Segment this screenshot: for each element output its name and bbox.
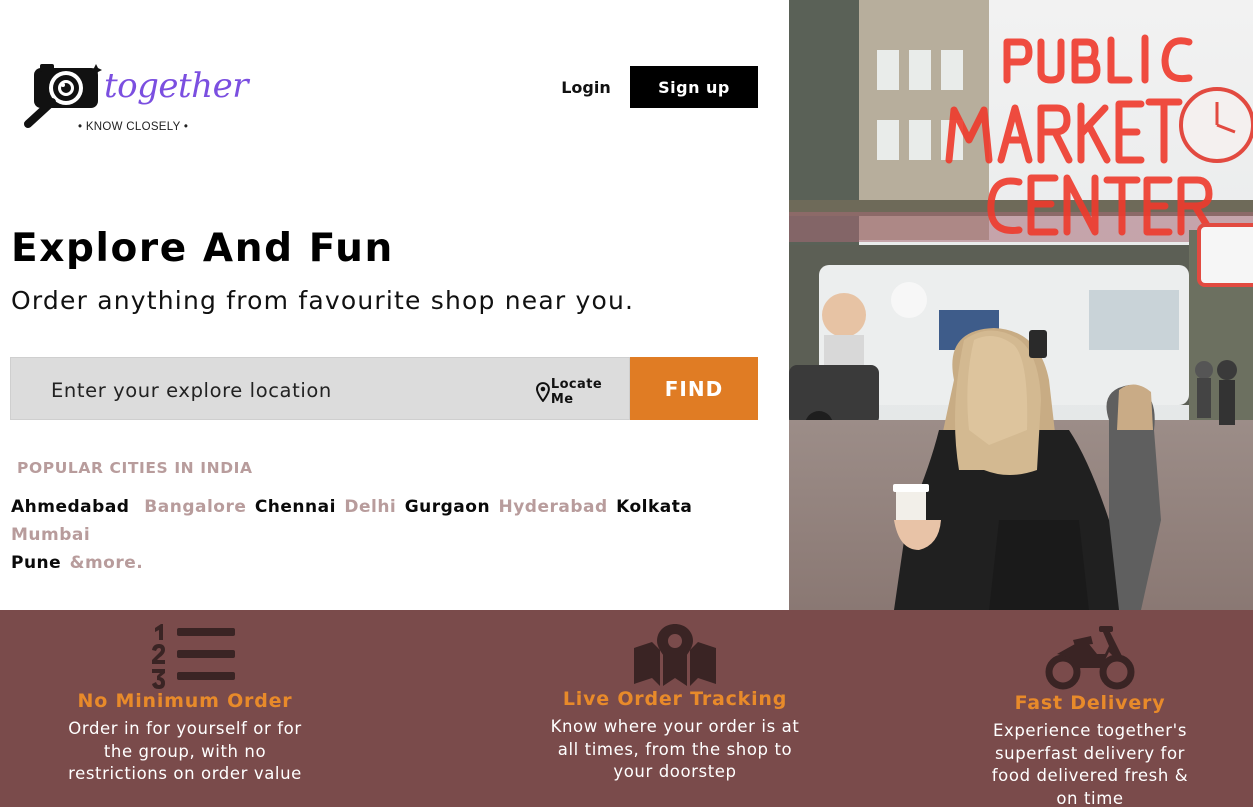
city-link-mumbai[interactable]: Mumbai xyxy=(11,525,90,545)
map-pin-icon xyxy=(634,624,716,686)
city-link-delhi[interactable]: Delhi xyxy=(344,497,396,517)
city-link-pune[interactable]: Pune xyxy=(11,553,61,573)
search-bar: Locate Me xyxy=(10,357,630,420)
page-subtitle: Order anything from favourite shop near … xyxy=(11,286,635,315)
numbered-list-icon xyxy=(152,624,235,689)
page-title: Explore And Fun xyxy=(11,226,394,271)
brand-tagline: • KNOW CLOSELY • xyxy=(78,121,189,133)
feature-description: Experience together's superfast delivery… xyxy=(991,721,1189,807)
city-link-chennai[interactable]: Chennai xyxy=(255,497,336,517)
find-button[interactable]: FIND xyxy=(630,357,758,420)
popular-cities-list: Ahmedabad Bangalore Chennai Delhi Gurgao… xyxy=(11,493,731,577)
signup-button[interactable]: Sign up xyxy=(630,66,758,108)
motorcycle-icon xyxy=(1045,626,1135,690)
feature-title: No Minimum Order xyxy=(77,690,293,712)
city-link-ahmedabad[interactable]: Ahmedabad xyxy=(11,497,129,517)
city-link-bangalore[interactable]: Bangalore xyxy=(144,497,246,517)
city-link-more[interactable]: &more. xyxy=(70,553,144,573)
market-scene-illustration xyxy=(789,0,1253,610)
brand-name: together xyxy=(104,66,248,106)
feature-title: Fast Delivery xyxy=(1014,692,1166,714)
features-footer: No Minimum Order Order in for yourself o… xyxy=(0,610,1253,807)
popular-cities-heading: POPULAR CITIES IN INDIA xyxy=(17,459,253,477)
location-pin-icon xyxy=(536,382,550,402)
location-search-input[interactable] xyxy=(51,376,521,404)
feature-description: Know where your order is at all times, f… xyxy=(550,717,800,781)
brand-logo[interactable]: together • KNOW CLOSELY • xyxy=(22,62,248,142)
feature-description: Order in for yourself or for the group, … xyxy=(68,719,302,783)
city-link-kolkata[interactable]: Kolkata xyxy=(616,497,692,517)
feature-title: Live Order Tracking xyxy=(562,688,788,710)
city-link-gurgaon[interactable]: Gurgaon xyxy=(405,497,490,517)
feature-live-order-tracking: Live Order Tracking Know where your orde… xyxy=(545,622,805,784)
feature-no-minimum-order: No Minimum Order Order in for yourself o… xyxy=(55,622,315,786)
locate-me-label: Locate Me xyxy=(550,377,603,407)
hero-photo xyxy=(789,0,1253,610)
city-link-hyderabad[interactable]: Hyderabad xyxy=(498,497,607,517)
feature-fast-delivery: Fast Delivery Experience together's supe… xyxy=(960,622,1220,807)
hero-section: together • KNOW CLOSELY • Login Sign up … xyxy=(0,0,789,610)
login-link[interactable]: Login xyxy=(556,78,616,100)
locate-me-button[interactable]: Locate Me xyxy=(536,377,629,407)
